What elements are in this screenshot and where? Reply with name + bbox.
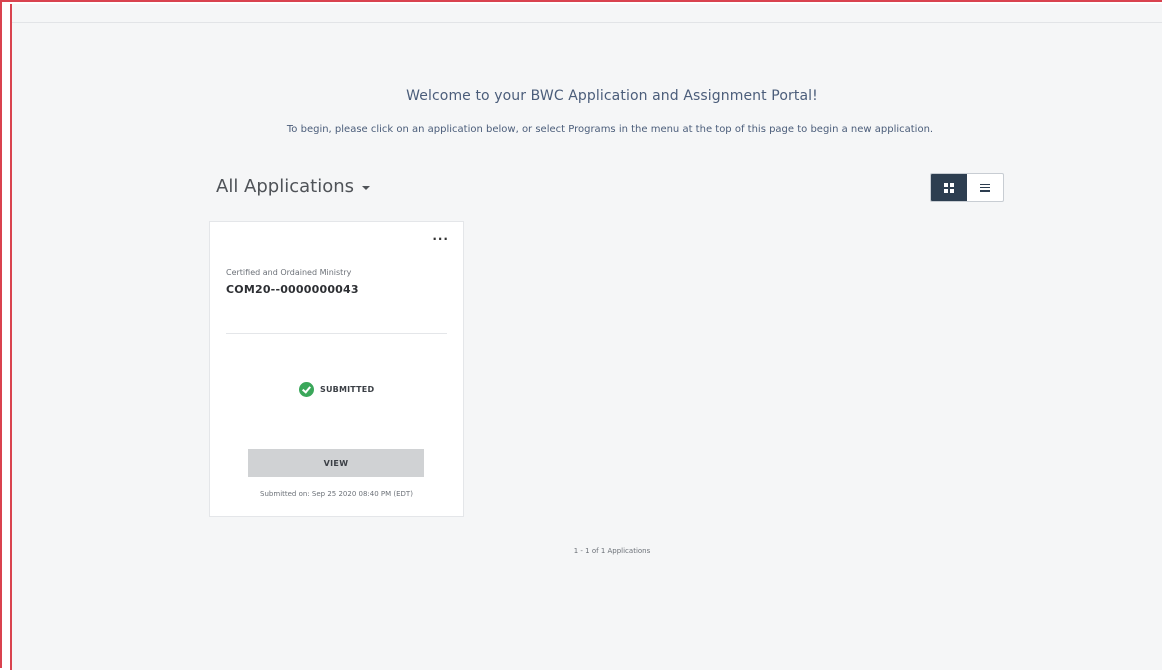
list-view-button[interactable]	[967, 174, 1003, 201]
check-circle-icon	[299, 382, 314, 397]
pagination-summary: 1 - 1 of 1 Applications	[573, 547, 651, 555]
application-card: ··· Certified and Ordained Ministry COM2…	[209, 221, 464, 517]
card-divider	[226, 333, 447, 334]
list-icon	[980, 183, 990, 192]
grid-view-button[interactable]	[931, 174, 967, 201]
portal-canvas: Welcome to your BWC Application and Assi…	[10, 4, 1162, 670]
status-badge: SUBMITTED	[299, 382, 374, 397]
page-title: Welcome to your BWC Application and Assi…	[406, 88, 818, 104]
application-id: COM20--0000000043	[226, 283, 359, 296]
view-button[interactable]: VIEW	[248, 449, 424, 477]
program-name: Certified and Ordained Ministry	[226, 268, 352, 277]
submitted-on-text: Submitted on: Sep 25 2020 08:40 PM (EDT)	[260, 490, 413, 498]
caret-down-icon	[362, 185, 370, 190]
more-options-icon[interactable]: ···	[432, 233, 449, 245]
top-bar	[12, 4, 1162, 23]
applications-filter-dropdown[interactable]: All Applications	[216, 176, 370, 197]
status-label: SUBMITTED	[320, 385, 375, 394]
grid-icon	[944, 182, 954, 193]
page-subtitle: To begin, please click on an application…	[286, 124, 934, 135]
window-frame: Welcome to your BWC Application and Assi…	[0, 0, 1162, 670]
view-mode-toggle	[930, 173, 1004, 202]
applications-heading: All Applications	[216, 176, 354, 197]
